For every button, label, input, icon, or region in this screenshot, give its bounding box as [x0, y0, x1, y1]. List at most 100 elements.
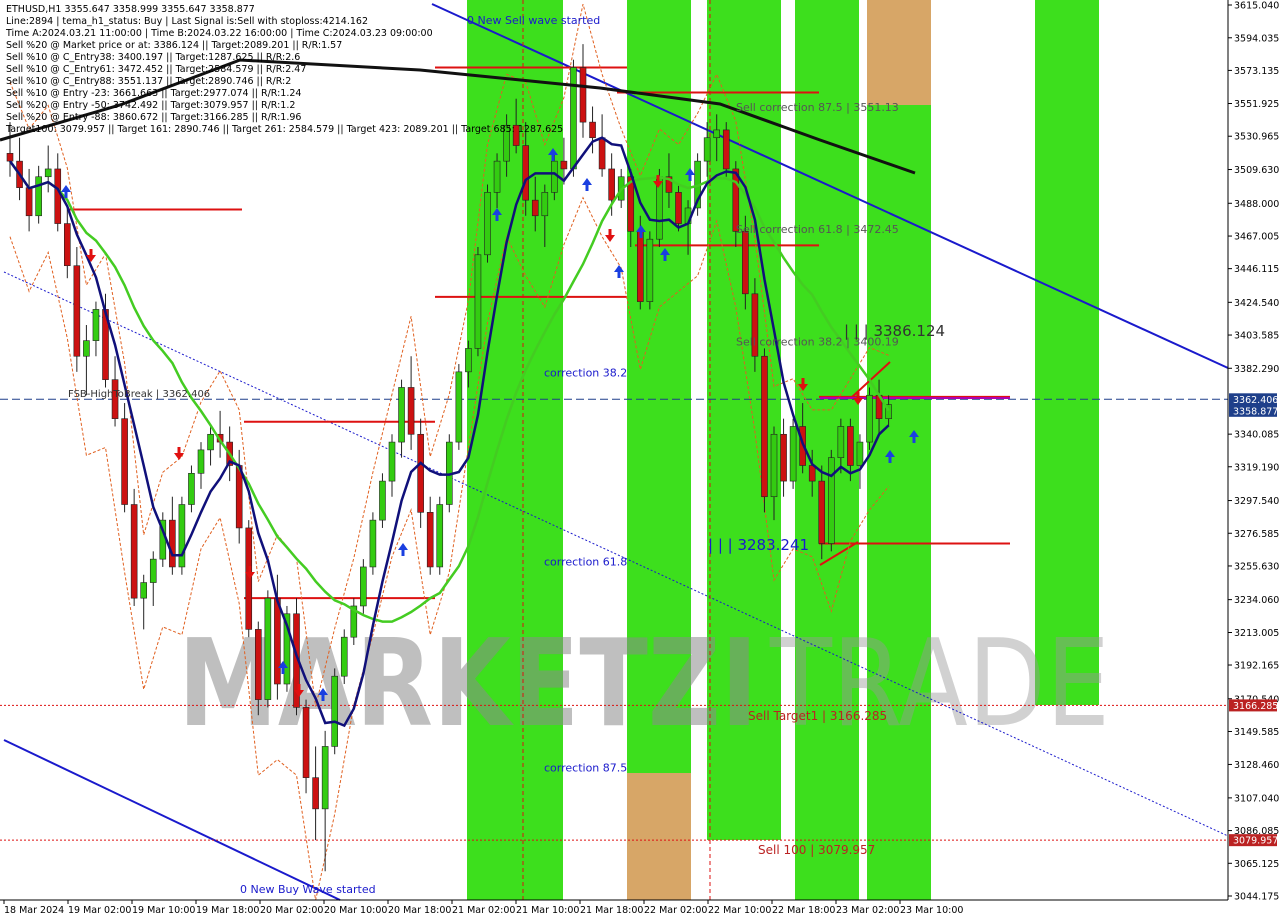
annotation: Sell correction 61.8 | 3472.45: [736, 223, 899, 236]
candle-bull: [703, 137, 711, 162]
x-tick-label: 23 Mar 02:00: [836, 905, 899, 916]
candle-bull: [551, 160, 558, 193]
candle-bear: [245, 527, 253, 630]
candle-bear: [54, 168, 62, 224]
info-line: Sell %20 @ Market price or at: 3386.124 …: [6, 40, 342, 51]
y-tick-label: 3213.005: [1234, 628, 1279, 639]
candle-bull: [474, 254, 482, 349]
candle-bull: [837, 426, 845, 458]
info-line: Sell %20 @ Entry -88: 3860.672 || Target…: [6, 112, 301, 123]
candle-bear: [130, 504, 138, 599]
info-line: Sell %10 @ C_Entry61: 3472.452 || Target…: [6, 64, 306, 75]
candle-bull: [455, 371, 463, 443]
y-tick-label: 3149.585: [1234, 727, 1279, 738]
candle-bear: [426, 512, 434, 568]
candle-bull: [789, 426, 797, 482]
candle-bear: [255, 629, 262, 700]
annotation: Sell Target1 | 3166.285: [748, 709, 887, 723]
candle-bull: [83, 340, 90, 357]
x-tick-label: 22 Mar 10:00: [708, 905, 771, 916]
y-tick-label: 3467.005: [1234, 232, 1279, 243]
info-line: Line:2894 | tema_h1_status: Buy | Last S…: [6, 16, 368, 27]
candle-bull: [570, 67, 577, 170]
candle-bear: [6, 153, 14, 162]
candle-bear: [73, 265, 81, 357]
y-tick-label: 3446.115: [1234, 264, 1279, 275]
candle-bull: [35, 176, 42, 217]
candle-bear: [121, 418, 128, 505]
watermark: MARKETZI TRADE: [178, 615, 1110, 754]
zone-4: [867, 0, 931, 900]
info-line: Target100: 3079.957 || Target 161: 2890.…: [5, 124, 563, 135]
price-tag-label: 3166.285: [1233, 701, 1278, 712]
candle-bull: [149, 558, 157, 583]
candle-bull: [388, 441, 396, 482]
info-line: Sell %10 @ C_Entry88: 3551.137 || Target…: [6, 76, 291, 87]
candle-bull: [360, 566, 367, 607]
y-tick-label: 3615.040: [1234, 1, 1279, 12]
candle-bear: [589, 121, 596, 139]
x-tick-label: 19 Mar 02:00: [68, 905, 131, 916]
candle-bear: [675, 192, 682, 224]
candle-bull: [197, 449, 205, 474]
candle-bear: [417, 433, 424, 513]
candle-bear: [847, 426, 854, 466]
candle-bear: [407, 387, 415, 435]
candle-bull: [331, 675, 339, 747]
x-tick-label: 20 Mar 18:00: [388, 905, 451, 916]
candle-bull: [436, 504, 444, 568]
candle-bull: [493, 160, 501, 193]
candle-bull: [178, 504, 186, 568]
candle-bear: [636, 231, 644, 302]
x-tick-label: 21 Mar 18:00: [580, 905, 643, 916]
x-tick-label: 19 Mar 18:00: [196, 905, 259, 916]
y-tick-label: 3234.060: [1234, 595, 1279, 606]
y-tick-label: 3297.540: [1234, 496, 1279, 507]
candle-bear: [302, 707, 310, 778]
candle-bear: [274, 597, 281, 685]
candle-bull: [713, 129, 721, 139]
y-tick-label: 3382.290: [1234, 364, 1279, 375]
y-tick-label: 3488.000: [1234, 199, 1279, 210]
annotation: Sell correction 87.5 | 3551.13: [736, 101, 899, 114]
x-tick-label: 21 Mar 02:00: [452, 905, 515, 916]
x-tick-label: 23 Mar 10:00: [900, 905, 963, 916]
x-tick-label: 19 Mar 10:00: [132, 905, 195, 916]
candle-bear: [722, 129, 730, 170]
candle-bull: [379, 480, 386, 521]
y-tick-label: 3530.965: [1234, 132, 1279, 143]
x-tick-label: 20 Mar 10:00: [324, 905, 387, 916]
zone-7: [627, 773, 691, 900]
candle-bull: [866, 394, 873, 443]
annotation: | | | 3386.124: [844, 322, 945, 340]
candle-bull: [140, 582, 147, 599]
y-tick-label: 3065.125: [1234, 859, 1279, 870]
candle-bear: [780, 433, 787, 482]
y-tick-label: 3128.460: [1234, 760, 1279, 771]
candle-bull: [340, 636, 348, 677]
candle-bear: [608, 168, 615, 201]
annotation: 0 New Sell wave started: [467, 14, 600, 27]
y-tick-label: 3551.925: [1234, 99, 1279, 110]
annotation: FSB-HighToBreak | 3362.406: [68, 389, 210, 400]
watermark-right: TRADE: [769, 615, 1110, 754]
candle-bear: [531, 199, 539, 217]
candle-bear: [235, 465, 243, 529]
candle-bull: [398, 387, 405, 443]
candle-bear: [522, 145, 530, 201]
annotation: 0 New Buy Wave started: [240, 883, 376, 896]
x-tick-label: 22 Mar 02:00: [644, 905, 707, 916]
annotation: correction 61.8: [544, 555, 627, 568]
x-tick-label: 21 Mar 10:00: [516, 905, 579, 916]
candle-bear: [169, 519, 176, 568]
annotation: Sell 100 | 3079.957: [758, 843, 875, 857]
candle-bear: [598, 137, 606, 170]
y-tick-label: 3276.585: [1234, 529, 1279, 540]
candle-bull: [321, 746, 329, 810]
candle-bear: [818, 480, 826, 544]
candle-bear: [579, 67, 587, 123]
info-line: Sell %10 @ C_Entry38: 3400.197 || Target…: [6, 52, 300, 63]
candle-bull: [369, 519, 377, 568]
price-tag-label: 3079.957: [1233, 836, 1278, 847]
info-line: ETHUSD,H1 3355.647 3358.999 3355.647 335…: [6, 4, 255, 15]
